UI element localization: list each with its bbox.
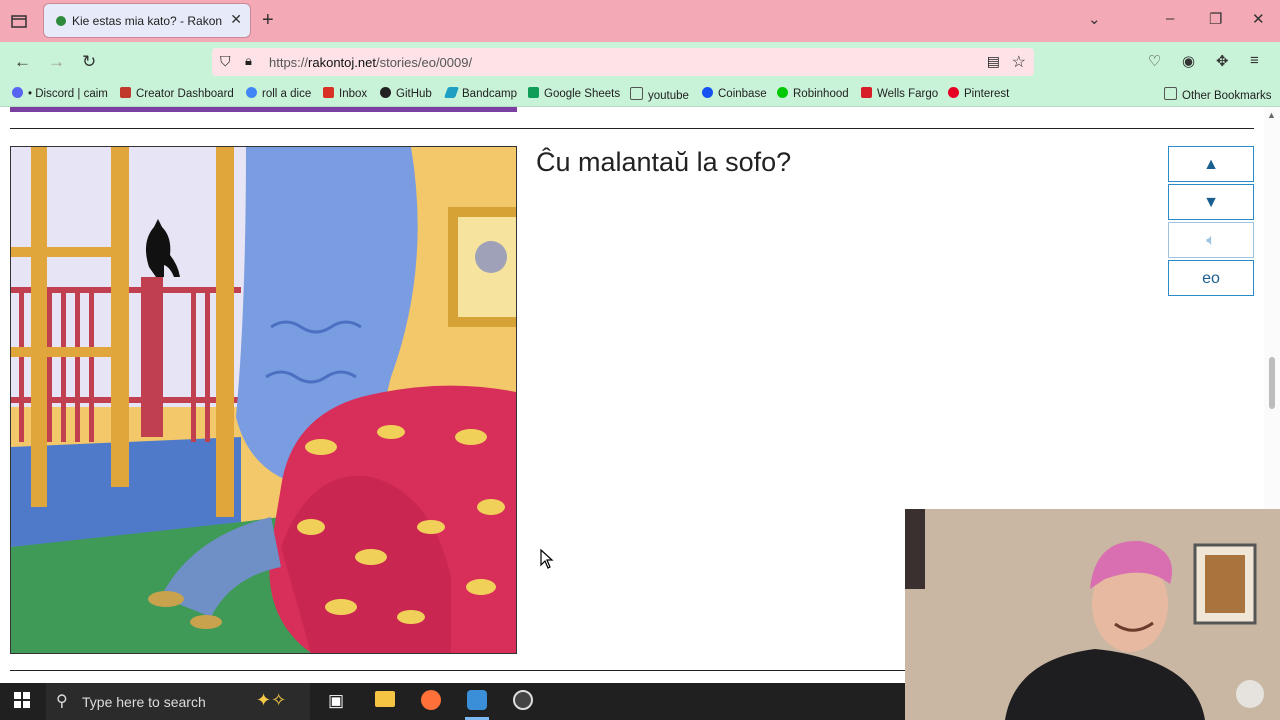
mouse-cursor-icon	[540, 548, 554, 574]
robinhood-icon	[777, 87, 788, 98]
tab-close-icon[interactable]: ✕	[230, 11, 242, 28]
google-icon	[246, 87, 257, 98]
minimize-icon[interactable]: –	[1166, 10, 1174, 27]
extensions-icon[interactable]: ✥	[1216, 52, 1229, 70]
bookmark-coinbase[interactable]: Coinbase	[702, 87, 767, 100]
bookmark-star-icon[interactable]: ☆	[1012, 52, 1026, 72]
search-placeholder: Type here to search	[82, 694, 206, 710]
tab-list-icon[interactable]	[8, 10, 30, 32]
reader-view-icon[interactable]: ▤	[987, 53, 1000, 70]
active-tab[interactable]: Kie estas mia kato? - Rakontoj p ✕	[44, 4, 250, 37]
back-icon[interactable]: ←	[14, 52, 31, 72]
bookmark-inbox[interactable]: Inbox	[323, 87, 367, 100]
bookmark-roll-a-dice[interactable]: roll a dice	[246, 87, 311, 100]
search-icon: ⚲	[56, 693, 68, 710]
site-favicon-icon	[56, 16, 66, 26]
discord-icon	[12, 87, 23, 98]
bookmark-github[interactable]: GitHub	[380, 87, 432, 100]
menu-icon[interactable]: ≡	[1250, 52, 1259, 69]
pocket-icon[interactable]: ♡	[1148, 52, 1161, 70]
next-page-button[interactable]: ▼	[1168, 184, 1254, 220]
story-illustration	[10, 146, 517, 654]
bookmark-robinhood[interactable]: Robinhood	[777, 87, 849, 100]
scroll-thumb[interactable]	[1269, 357, 1275, 409]
reload-icon[interactable]: ↻	[82, 52, 96, 72]
folder-icon	[1164, 87, 1177, 100]
previous-illustration-edge	[10, 107, 517, 112]
task-view-icon[interactable]: ▣	[328, 691, 344, 711]
windows-start-icon[interactable]	[14, 692, 30, 713]
lock-icon[interactable]: 🔒︎	[245, 53, 252, 69]
tab-bar: Kie estas mia kato? - Rakontoj p ✕ + ⌄ –…	[0, 0, 1280, 42]
sparkle-icon: ✦✧	[256, 690, 287, 710]
bookmark-wells-fargo[interactable]: Wells Fargo	[861, 87, 938, 100]
scroll-up-icon[interactable]: ▲	[1267, 110, 1276, 120]
forward-icon[interactable]: →	[48, 52, 65, 72]
sheets-icon	[528, 87, 539, 98]
obs-icon[interactable]	[513, 690, 533, 710]
url-bar[interactable]: ⛉ 🔒︎ https://rakontoj.net/stories/eo/000…	[212, 48, 1034, 76]
bookmarks-toolbar: • Discord | caim Creator Dashboard roll …	[0, 82, 1280, 107]
arrow-down-icon: ▼	[1203, 194, 1219, 211]
language-button[interactable]: eo	[1168, 260, 1254, 296]
story-sentence: Ĉu malantaŭ la sofo?	[536, 147, 792, 177]
bookmark-youtube[interactable]: youtube	[630, 87, 689, 102]
bookmark-creator-dashboard[interactable]: Creator Dashboard	[120, 87, 234, 100]
shield-icon[interactable]: ⛉	[220, 53, 231, 70]
app-icon[interactable]	[467, 690, 487, 710]
list-all-tabs-icon[interactable]: ⌄	[1088, 10, 1101, 28]
firefox-icon[interactable]	[421, 690, 441, 710]
github-icon	[380, 87, 391, 98]
bandcamp-icon	[443, 87, 460, 98]
gmail-icon	[323, 87, 334, 98]
bookmark-bandcamp[interactable]: Bandcamp	[443, 87, 517, 100]
restore-icon[interactable]: ❐	[1209, 10, 1222, 28]
creator-dashboard-icon	[120, 87, 131, 98]
url-text[interactable]: https://rakontoj.net/stories/eo/0009/	[269, 55, 472, 70]
arrow-up-icon: ▲	[1203, 156, 1219, 173]
bookmark-google-sheets[interactable]: Google Sheets	[528, 87, 620, 100]
window-close-icon[interactable]: ✕	[1252, 10, 1265, 28]
audio-button[interactable]: 🔈︎	[1168, 222, 1254, 258]
bookmark-pinterest[interactable]: Pinterest	[948, 87, 1009, 100]
new-tab-icon[interactable]: +	[262, 9, 274, 32]
webcam-overlay	[905, 509, 1280, 720]
speaker-icon: 🔈︎	[1206, 232, 1216, 249]
bookmark-discord[interactable]: • Discord | caim	[12, 87, 108, 100]
coinbase-icon	[702, 87, 713, 98]
navigation-bar: ← → ↻ ⛉ 🔒︎ https://rakontoj.net/stories/…	[0, 42, 1280, 82]
divider	[10, 128, 1254, 129]
folder-icon	[630, 87, 643, 100]
wells-fargo-icon	[861, 87, 872, 98]
taskbar-search-box[interactable]: ⚲ Type here to search ✦✧	[46, 683, 310, 720]
previous-page-button[interactable]: ▲	[1168, 146, 1254, 182]
pinterest-icon	[948, 87, 959, 98]
account-icon[interactable]: ◉	[1182, 52, 1195, 70]
windows-taskbar: ⚲ Type here to search ✦✧ ▣	[0, 683, 905, 720]
other-bookmarks[interactable]: Other Bookmarks	[1164, 87, 1271, 102]
tab-title: Kie estas mia kato? - Rakontoj p	[72, 14, 222, 28]
file-explorer-icon[interactable]	[375, 691, 395, 707]
